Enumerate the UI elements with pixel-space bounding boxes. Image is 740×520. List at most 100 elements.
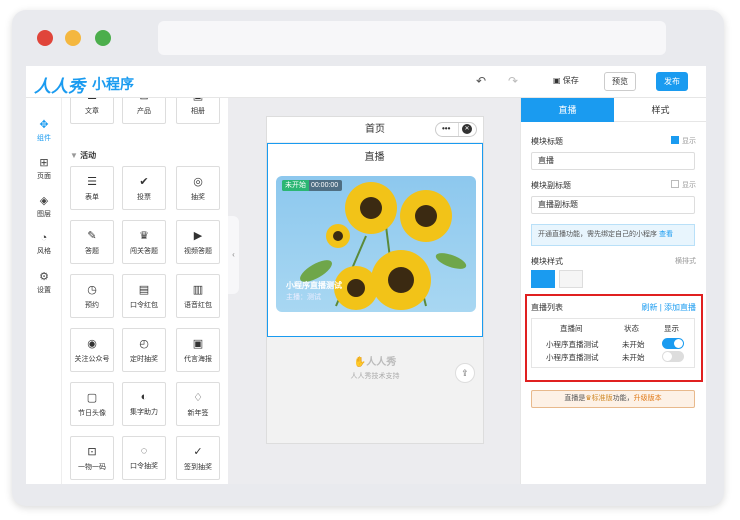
live-module[interactable]: 直播 未开始 00:00:00 小程序直播测试 主播：测试	[267, 143, 483, 337]
component-palette: ☰ 文章 ⊞ 产品 ▣ 相册 ▼ 活动 ☰ 表单 ✔ 投票 ◎ 抽奖 ✎ 答题 ♛ 闯关答题 ▶ 视频答题 ◷…	[62, 98, 228, 484]
form-icon: ☰	[87, 176, 97, 188]
share-icon[interactable]: ⇪	[455, 363, 475, 383]
show-subtitle-checkbox[interactable]: 显示	[671, 180, 696, 190]
show-toggle-on[interactable]	[662, 338, 684, 349]
tab-style[interactable]: 样式	[614, 98, 706, 122]
mini-program-capsule[interactable]: ••• ✕	[435, 122, 477, 137]
category-label: 活动	[80, 151, 97, 160]
category-activity[interactable]: ▼ 活动	[70, 150, 96, 161]
component-code-redpack[interactable]: ▤ 口令红包	[122, 274, 166, 318]
redo-icon[interactable]: ↷	[508, 74, 518, 88]
tile-label: 抽奖	[191, 194, 205, 201]
component-checkin-lottery[interactable]: ✓ 签到抽奖	[176, 436, 220, 480]
more-icon[interactable]: •••	[442, 124, 450, 133]
tile-label: 预约	[85, 302, 99, 309]
upgrade-notice: 直播是♛标准版功能，升级版本	[531, 390, 695, 408]
checkbox-label: 显示	[682, 138, 696, 145]
component-holiday-avatar[interactable]: ▢ 节日头像	[70, 382, 114, 426]
component-lottery[interactable]: ◎ 抽奖	[176, 166, 220, 210]
album-icon: ▣	[177, 98, 219, 102]
style-horizontal-option[interactable]	[531, 270, 555, 288]
nav-settings[interactable]: ⚙ 设置	[26, 270, 62, 295]
article-icon: ☰	[71, 98, 113, 102]
nav-style[interactable]: ◔ 风格	[26, 232, 62, 256]
live-status: 未开始	[282, 180, 309, 191]
preview-button[interactable]: 预览	[604, 72, 636, 91]
component-collect-words[interactable]: ◐ 集字助力	[122, 382, 166, 426]
app-window: 人人秀 小程序 ↶ ↷ ▣ 保存 预览 发布 ✥ 组件 ⊞ 页面 ◈ 图层 ◔ 风格 ⚙…	[26, 66, 706, 484]
show-toggle-off[interactable]	[662, 351, 684, 362]
upgrade-link[interactable]: 升级版本	[634, 395, 662, 402]
live-card-title: 小程序直播测试	[286, 281, 342, 290]
component-voice-redpack[interactable]: ▥ 语音红包	[176, 274, 220, 318]
close-icon[interactable]: ✕	[462, 124, 472, 134]
add-live-link[interactable]: 添加直播	[664, 303, 696, 312]
qr-code-icon: ⊡	[87, 446, 97, 458]
live-cover-card[interactable]: 未开始 00:00:00 小程序直播测试 主播：测试	[276, 176, 476, 312]
tile-label: 节日头像	[78, 410, 106, 417]
row-status: 未开始	[622, 340, 645, 349]
component-code-lottery[interactable]: ◌ 口令抽奖	[122, 436, 166, 480]
component-timed-lottery[interactable]: ◴ 定时抽奖	[122, 328, 166, 372]
component-article[interactable]: ☰ 文章	[70, 98, 114, 124]
nav-components[interactable]: ✥ 组件	[26, 118, 62, 143]
tile-label: 口令红包	[130, 302, 158, 309]
quiz-icon: ✎	[87, 230, 97, 242]
nav-label: 设置	[37, 287, 51, 294]
checkin-lottery-icon: ✓	[193, 446, 203, 458]
row-name: 小程序直播测试	[546, 340, 599, 349]
col-header: 直播间	[560, 324, 583, 333]
component-video-quiz[interactable]: ▶ 视频答题	[176, 220, 220, 264]
component-new-year-sign[interactable]: ♢ 新年签	[176, 382, 220, 426]
tab-live[interactable]: 直播	[521, 98, 614, 122]
top-bar: 人人秀 小程序 ↶ ↷ ▣ 保存 预览 发布	[26, 66, 706, 98]
show-title-checkbox[interactable]: 显示	[671, 136, 696, 146]
live-status-badge: 未开始 00:00:00	[282, 180, 343, 191]
component-poster[interactable]: ▣ 代言海报	[176, 328, 220, 372]
publish-button[interactable]: 发布	[656, 72, 688, 91]
level-quiz-icon: ♛	[139, 230, 149, 242]
tip-link[interactable]: 查看	[659, 231, 673, 238]
maximize-dot[interactable]	[95, 30, 111, 46]
gear-icon: ⚙	[39, 271, 49, 283]
component-booking[interactable]: ◷ 预约	[70, 274, 114, 318]
nav-pages[interactable]: ⊞ 页面	[26, 156, 62, 181]
tile-label: 关注公众号	[74, 356, 110, 363]
binding-tip: 开通直播功能，需先绑定自己的小程序 查看	[531, 224, 695, 246]
undo-icon[interactable]: ↶	[476, 74, 486, 88]
nav-layers[interactable]: ◈ 图层	[26, 194, 62, 219]
close-dot[interactable]	[37, 30, 53, 46]
live-timer: 00:00:00	[310, 182, 339, 189]
component-form[interactable]: ☰ 表单	[70, 166, 114, 210]
address-bar[interactable]	[158, 21, 666, 55]
component-vote[interactable]: ✔ 投票	[122, 166, 166, 210]
brand-logo[interactable]: 人人秀	[34, 72, 85, 97]
layers-icon: ◈	[39, 195, 49, 207]
style-grid-option[interactable]	[559, 270, 583, 288]
notice-text: 直播是	[564, 395, 586, 402]
refresh-link[interactable]: 刷新	[641, 303, 657, 312]
component-follow-account[interactable]: ◉ 关注公众号	[70, 328, 114, 372]
vote-icon: ✔	[139, 176, 149, 188]
code-redpack-icon: ▤	[138, 284, 150, 296]
checkbox-label: 显示	[682, 182, 696, 189]
component-level-quiz[interactable]: ♛ 闯关答题	[122, 220, 166, 264]
tile-label: 代言海报	[184, 356, 212, 363]
component-album[interactable]: ▣ 相册	[176, 98, 220, 124]
live-section-title: 直播	[364, 152, 385, 163]
module-subtitle-input[interactable]: 直播副标题	[531, 196, 695, 214]
tile-label: 投票	[137, 194, 151, 201]
col-header: 状态	[624, 324, 639, 333]
save-button[interactable]: ▣ 保存	[546, 72, 586, 91]
module-title-input[interactable]: 直播	[531, 152, 695, 170]
chevron-left-icon: ‹	[232, 250, 235, 259]
collapse-handle[interactable]: ‹	[228, 216, 239, 294]
list-actions: 刷新 | 添加直播	[641, 303, 696, 312]
component-qr-code[interactable]: ⊡ 一物一码	[70, 436, 114, 480]
tile-label: 文章	[85, 108, 99, 115]
component-product[interactable]: ⊞ 产品	[122, 98, 166, 124]
tile-label: 集字助力	[130, 409, 158, 416]
component-quiz[interactable]: ✎ 答题	[70, 220, 114, 264]
minimize-dot[interactable]	[65, 30, 81, 46]
tile-label: 表单	[85, 194, 99, 201]
